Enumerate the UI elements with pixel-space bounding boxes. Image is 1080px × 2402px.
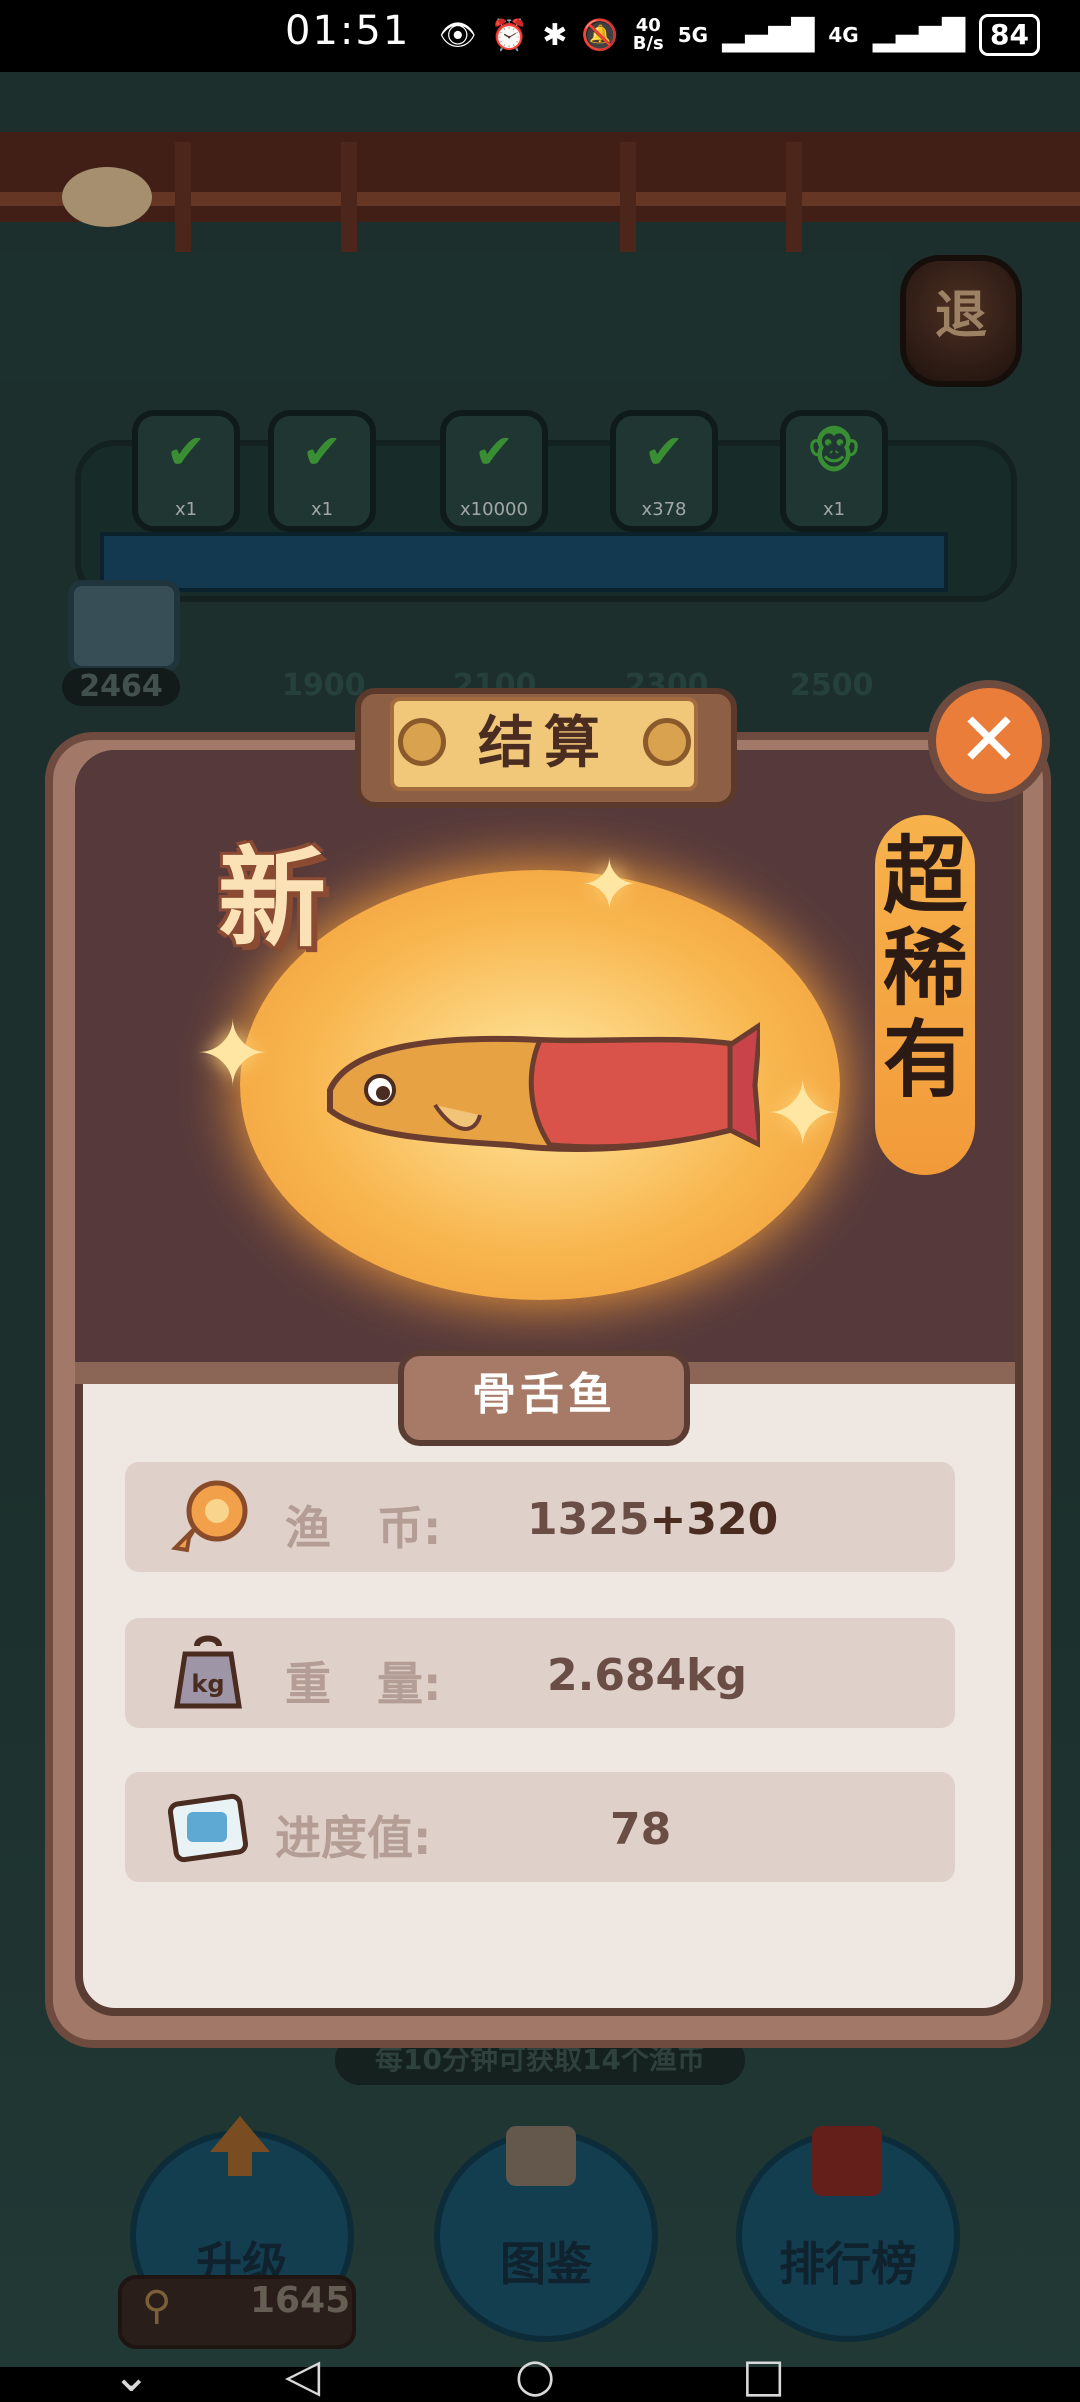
signal-5g-label: 5G — [677, 23, 709, 47]
new-badge: 新 — [218, 837, 327, 962]
coins-bonus: +320 — [649, 1494, 779, 1545]
battery-icon: 84 — [979, 14, 1040, 56]
alarm-icon: ⏰ — [490, 17, 529, 53]
home-icon[interactable]: ○ — [515, 2350, 555, 2400]
sparkle-icon: ✦ — [765, 1062, 841, 1167]
signal-icon: ▂▄▆█ — [872, 17, 966, 53]
arowana-fish-icon — [327, 1021, 760, 1153]
eye-icon: 👁 — [438, 17, 477, 53]
progress-value: 78 — [610, 1804, 672, 1855]
bluetooth-icon: ✱ — [542, 17, 568, 53]
weight-value: 2.684kg — [547, 1650, 747, 1701]
status-bar: 01:51 👁 ⏰ ✱ 🔕 40 B/s 5G ▂▄▆█ 4G ▂▄▆█ 84 — [0, 0, 1080, 72]
fish-coin-icon — [170, 1480, 248, 1553]
modal-title: 结算 — [478, 711, 610, 776]
svg-text:kg: kg — [191, 1670, 224, 1698]
rarity-label: 超稀有 — [882, 827, 967, 1109]
recents-icon[interactable]: □ — [742, 2350, 785, 2400]
net-speed: 40 B/s — [632, 15, 664, 54]
status-icons: 👁 ⏰ ✱ 🔕 40 B/s 5G ▂▄▆█ 4G ▂▄▆█ 84 — [439, 10, 1040, 60]
stat-row-progress: 进度值: 78 — [125, 1772, 955, 1882]
weight-icon: kg — [174, 1635, 242, 1709]
close-icon: ✕ — [957, 697, 1020, 783]
progress-card-icon — [167, 1793, 249, 1863]
signal-icon: ▂▄▆█ — [722, 17, 815, 53]
sparkle-icon: ✦ — [195, 1002, 271, 1107]
sparkle-icon: ✦ — [580, 844, 639, 926]
signal-4g-label: 4G — [828, 23, 859, 47]
status-time: 01:51 — [285, 8, 411, 54]
stat-row-coins: 渔 币: 1325+320 — [125, 1462, 955, 1572]
mute-icon: 🔕 — [581, 17, 619, 53]
coins-value: 1325+320 — [527, 1494, 779, 1545]
close-button[interactable]: ✕ — [928, 680, 1050, 802]
stat-row-weight: kg 重 量: 2.684kg — [125, 1618, 955, 1728]
chevron-down-icon[interactable]: ⌄ — [112, 2350, 151, 2400]
fish-name: 骨舌鱼 — [472, 1369, 616, 1420]
back-icon[interactable]: ◁ — [285, 2350, 320, 2400]
